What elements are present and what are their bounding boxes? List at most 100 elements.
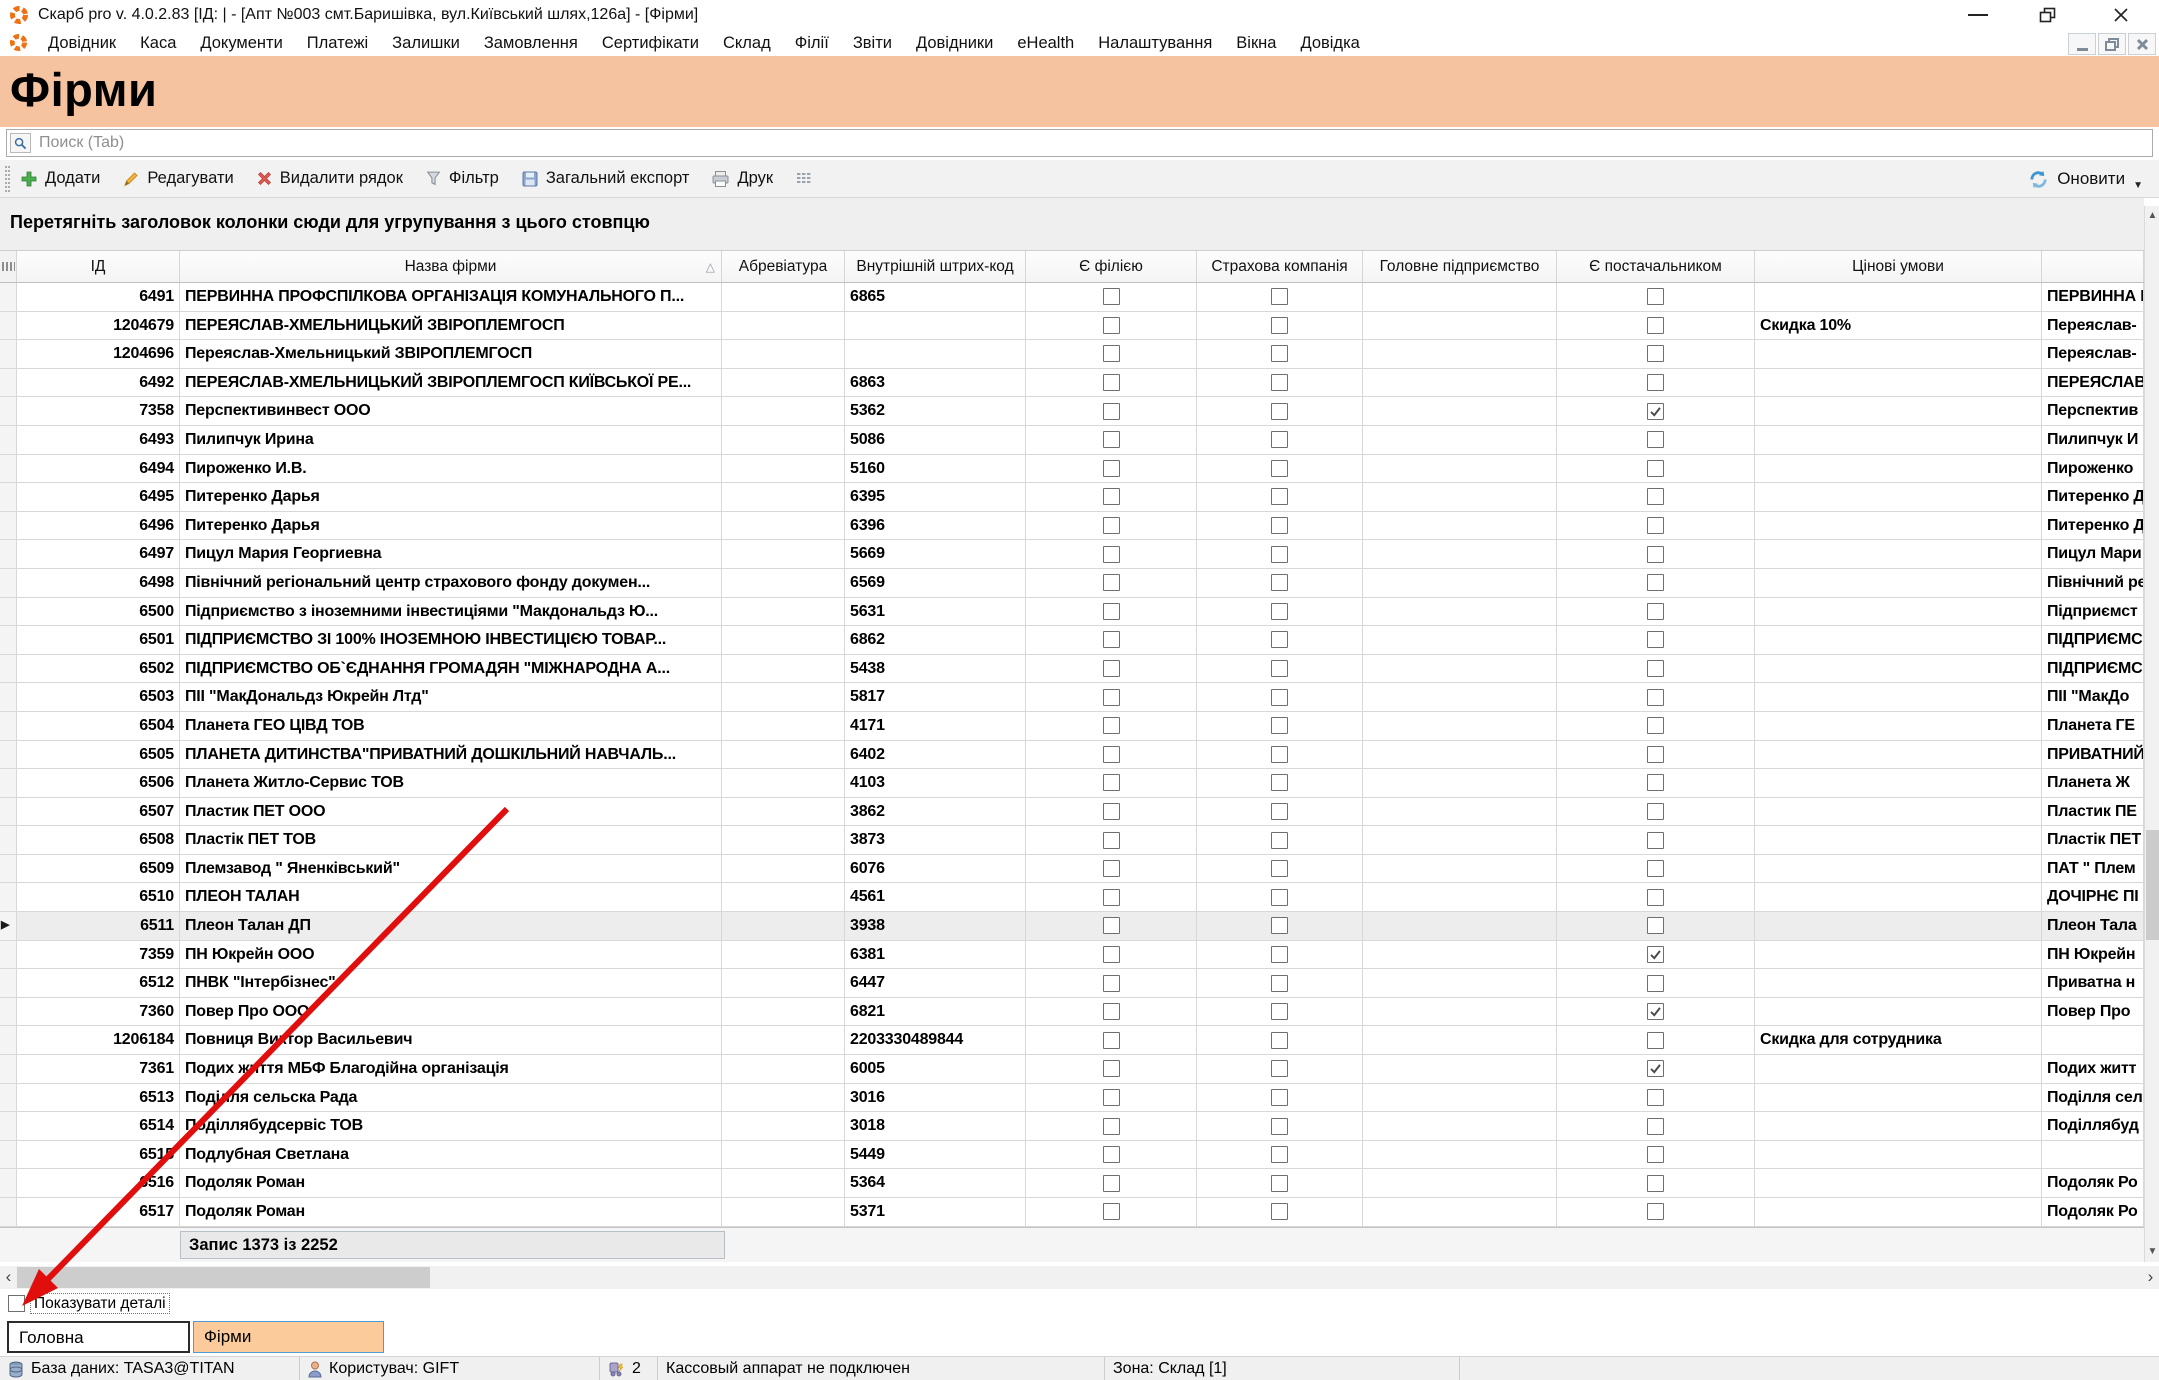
menu-item-сертифікати[interactable]: Сертифікати	[590, 30, 711, 56]
cell-is-branch-checkbox[interactable]	[1103, 631, 1120, 648]
scroll-down-arrow[interactable]: ▼	[2145, 1242, 2159, 1262]
table-row[interactable]: 6515Подлубная Светлана5449	[0, 1141, 2144, 1170]
cell-is-supplier-checkbox[interactable]	[1647, 774, 1664, 791]
cell-is-supplier-checkbox[interactable]	[1647, 460, 1664, 477]
table-row[interactable]: ▶6511Плеон Талан ДП3938Плеон Тала	[0, 912, 2144, 941]
cell-is-branch-checkbox[interactable]	[1103, 660, 1120, 677]
menu-item-довідник[interactable]: Довідник	[36, 30, 128, 56]
cell-is-supplier-checkbox[interactable]	[1647, 574, 1664, 591]
table-row[interactable]: 6513Поділля сельска Рада3016Поділля сел	[0, 1084, 2144, 1113]
tab-home[interactable]: Головна	[7, 1321, 190, 1353]
cell-insurance-checkbox[interactable]	[1271, 288, 1288, 305]
cell-is-branch-checkbox[interactable]	[1103, 431, 1120, 448]
cell-is-supplier-checkbox[interactable]	[1647, 746, 1664, 763]
table-row[interactable]: 6516Подоляк Роман5364Подоляк Ро	[0, 1169, 2144, 1198]
cell-is-supplier-checkbox[interactable]	[1647, 1203, 1664, 1220]
cell-insurance-checkbox[interactable]	[1271, 946, 1288, 963]
cell-is-supplier-checkbox[interactable]	[1647, 345, 1664, 362]
menu-item-замовлення[interactable]: Замовлення	[472, 30, 590, 56]
cell-is-branch-checkbox[interactable]	[1103, 1118, 1120, 1135]
delete-row-button[interactable]: Видалити рядок	[256, 169, 403, 188]
menu-item-вікна[interactable]: Вікна	[1224, 30, 1288, 56]
cell-is-supplier-checkbox[interactable]	[1647, 832, 1664, 849]
add-button[interactable]: Додати	[20, 169, 100, 188]
cell-is-branch-checkbox[interactable]	[1103, 1203, 1120, 1220]
cell-insurance-checkbox[interactable]	[1271, 1060, 1288, 1077]
scroll-right-arrow[interactable]: ›	[2142, 1266, 2159, 1289]
cell-insurance-checkbox[interactable]	[1271, 1089, 1288, 1106]
cell-is-branch-checkbox[interactable]	[1103, 746, 1120, 763]
table-row[interactable]: 1204696Переяслав-Хмельницький ЗВІРОПЛЕМГ…	[0, 340, 2144, 369]
table-row[interactable]: 6501ПІДПРИЄМСТВО ЗІ 100% ІНОЗЕМНОЮ ІНВЕС…	[0, 626, 2144, 655]
group-by-panel[interactable]: Перетягніть заголовок колонки сюди для у…	[0, 198, 2144, 250]
table-row[interactable]: 6496Питеренко Дарья6396Питеренко Д	[0, 512, 2144, 541]
cell-insurance-checkbox[interactable]	[1271, 1203, 1288, 1220]
cell-is-supplier-checkbox[interactable]	[1647, 1089, 1664, 1106]
mdi-minimize-button[interactable]	[2068, 33, 2096, 55]
cell-is-supplier-checkbox[interactable]	[1647, 1175, 1664, 1192]
menu-item-документи[interactable]: Документи	[188, 30, 294, 56]
table-row[interactable]: 6495Питеренко Дарья6395Питеренко Д	[0, 483, 2144, 512]
cell-is-supplier-checkbox[interactable]	[1647, 546, 1664, 563]
table-row[interactable]: 6517Подоляк Роман5371Подоляк Ро	[0, 1198, 2144, 1227]
cell-is-branch-checkbox[interactable]	[1103, 889, 1120, 906]
cell-is-branch-checkbox[interactable]	[1103, 803, 1120, 820]
filter-button[interactable]: Фільтр	[425, 169, 499, 188]
cell-is-supplier-checkbox[interactable]	[1647, 431, 1664, 448]
mdi-restore-button[interactable]	[2098, 33, 2126, 55]
table-row[interactable]: 7360Повер Про ООО6821Повер Про	[0, 998, 2144, 1027]
cell-is-supplier-checkbox[interactable]	[1647, 717, 1664, 734]
scroll-left-arrow[interactable]: ‹	[0, 1266, 17, 1289]
cell-is-supplier-checkbox[interactable]	[1647, 1003, 1664, 1020]
cell-is-branch-checkbox[interactable]	[1103, 574, 1120, 591]
table-row[interactable]: 6497Пицул Мария Георгиевна5669Пицул Мари	[0, 540, 2144, 569]
scroll-up-arrow[interactable]: ▲	[2145, 206, 2159, 226]
cell-is-branch-checkbox[interactable]	[1103, 1060, 1120, 1077]
cell-is-supplier-checkbox[interactable]	[1647, 317, 1664, 334]
columns-button[interactable]	[795, 170, 812, 187]
cell-is-branch-checkbox[interactable]	[1103, 946, 1120, 963]
table-row[interactable]: 6509Племзавод " Яненківський"6076ПАТ " П…	[0, 855, 2144, 884]
show-details-checkbox[interactable]	[8, 1295, 25, 1312]
cell-insurance-checkbox[interactable]	[1271, 1175, 1288, 1192]
table-row[interactable]: 1206184Повниця Виктор Васильевич22033304…	[0, 1026, 2144, 1055]
table-row[interactable]: 6505ПЛАНЕТА ДИТИНСТВА"ПРИВАТНИЙ ДОШКІЛЬН…	[0, 741, 2144, 770]
cell-insurance-checkbox[interactable]	[1271, 574, 1288, 591]
cell-is-supplier-checkbox[interactable]	[1647, 689, 1664, 706]
table-row[interactable]: 6512ПНВК "Інтербізнес"6447Приватна н	[0, 969, 2144, 998]
cell-insurance-checkbox[interactable]	[1271, 832, 1288, 849]
column-header-barcode[interactable]: Внутрішній штрих-код	[845, 251, 1026, 282]
cell-insurance-checkbox[interactable]	[1271, 374, 1288, 391]
cell-is-branch-checkbox[interactable]	[1103, 917, 1120, 934]
cell-is-branch-checkbox[interactable]	[1103, 689, 1120, 706]
column-header-price-terms[interactable]: Цінові умови	[1755, 251, 2042, 282]
cell-insurance-checkbox[interactable]	[1271, 345, 1288, 362]
cell-is-supplier-checkbox[interactable]	[1647, 374, 1664, 391]
cell-insurance-checkbox[interactable]	[1271, 631, 1288, 648]
vertical-scrollbar[interactable]: ▲ ▼	[2144, 206, 2159, 1262]
cell-insurance-checkbox[interactable]	[1271, 488, 1288, 505]
cell-is-supplier-checkbox[interactable]	[1647, 1032, 1664, 1049]
cell-is-branch-checkbox[interactable]	[1103, 1089, 1120, 1106]
cell-is-branch-checkbox[interactable]	[1103, 288, 1120, 305]
table-row[interactable]: 6514Поділлябудсервіс ТОВ3018Поділлябуд	[0, 1112, 2144, 1141]
menu-item-звіти[interactable]: Звіти	[841, 30, 904, 56]
cell-is-branch-checkbox[interactable]	[1103, 1003, 1120, 1020]
refresh-button[interactable]: Оновити ▼	[2028, 160, 2143, 198]
cell-is-branch-checkbox[interactable]	[1103, 546, 1120, 563]
tab-firms[interactable]: Фірми	[193, 1321, 384, 1353]
menu-item-склад[interactable]: Склад	[711, 30, 783, 56]
search-input[interactable]: Поиск (Tab)	[6, 129, 2153, 157]
cell-is-branch-checkbox[interactable]	[1103, 717, 1120, 734]
table-row[interactable]: 6510ПЛЕОН ТАЛАН4561ДОЧІРНЄ ПІ	[0, 883, 2144, 912]
column-header-name2[interactable]	[2042, 251, 2144, 282]
cell-is-supplier-checkbox[interactable]	[1647, 488, 1664, 505]
cell-is-supplier-checkbox[interactable]	[1647, 860, 1664, 877]
menu-item-довідка[interactable]: Довідка	[1288, 30, 1371, 56]
print-button[interactable]: Друк	[711, 169, 773, 188]
cell-insurance-checkbox[interactable]	[1271, 917, 1288, 934]
cell-is-branch-checkbox[interactable]	[1103, 460, 1120, 477]
table-row[interactable]: 6503ПІІ "МакДональдз Юкрейн Лтд"5817ПІІ …	[0, 683, 2144, 712]
cell-is-branch-checkbox[interactable]	[1103, 860, 1120, 877]
table-row[interactable]: 6494Пироженко И.В.5160Пироженко	[0, 455, 2144, 484]
